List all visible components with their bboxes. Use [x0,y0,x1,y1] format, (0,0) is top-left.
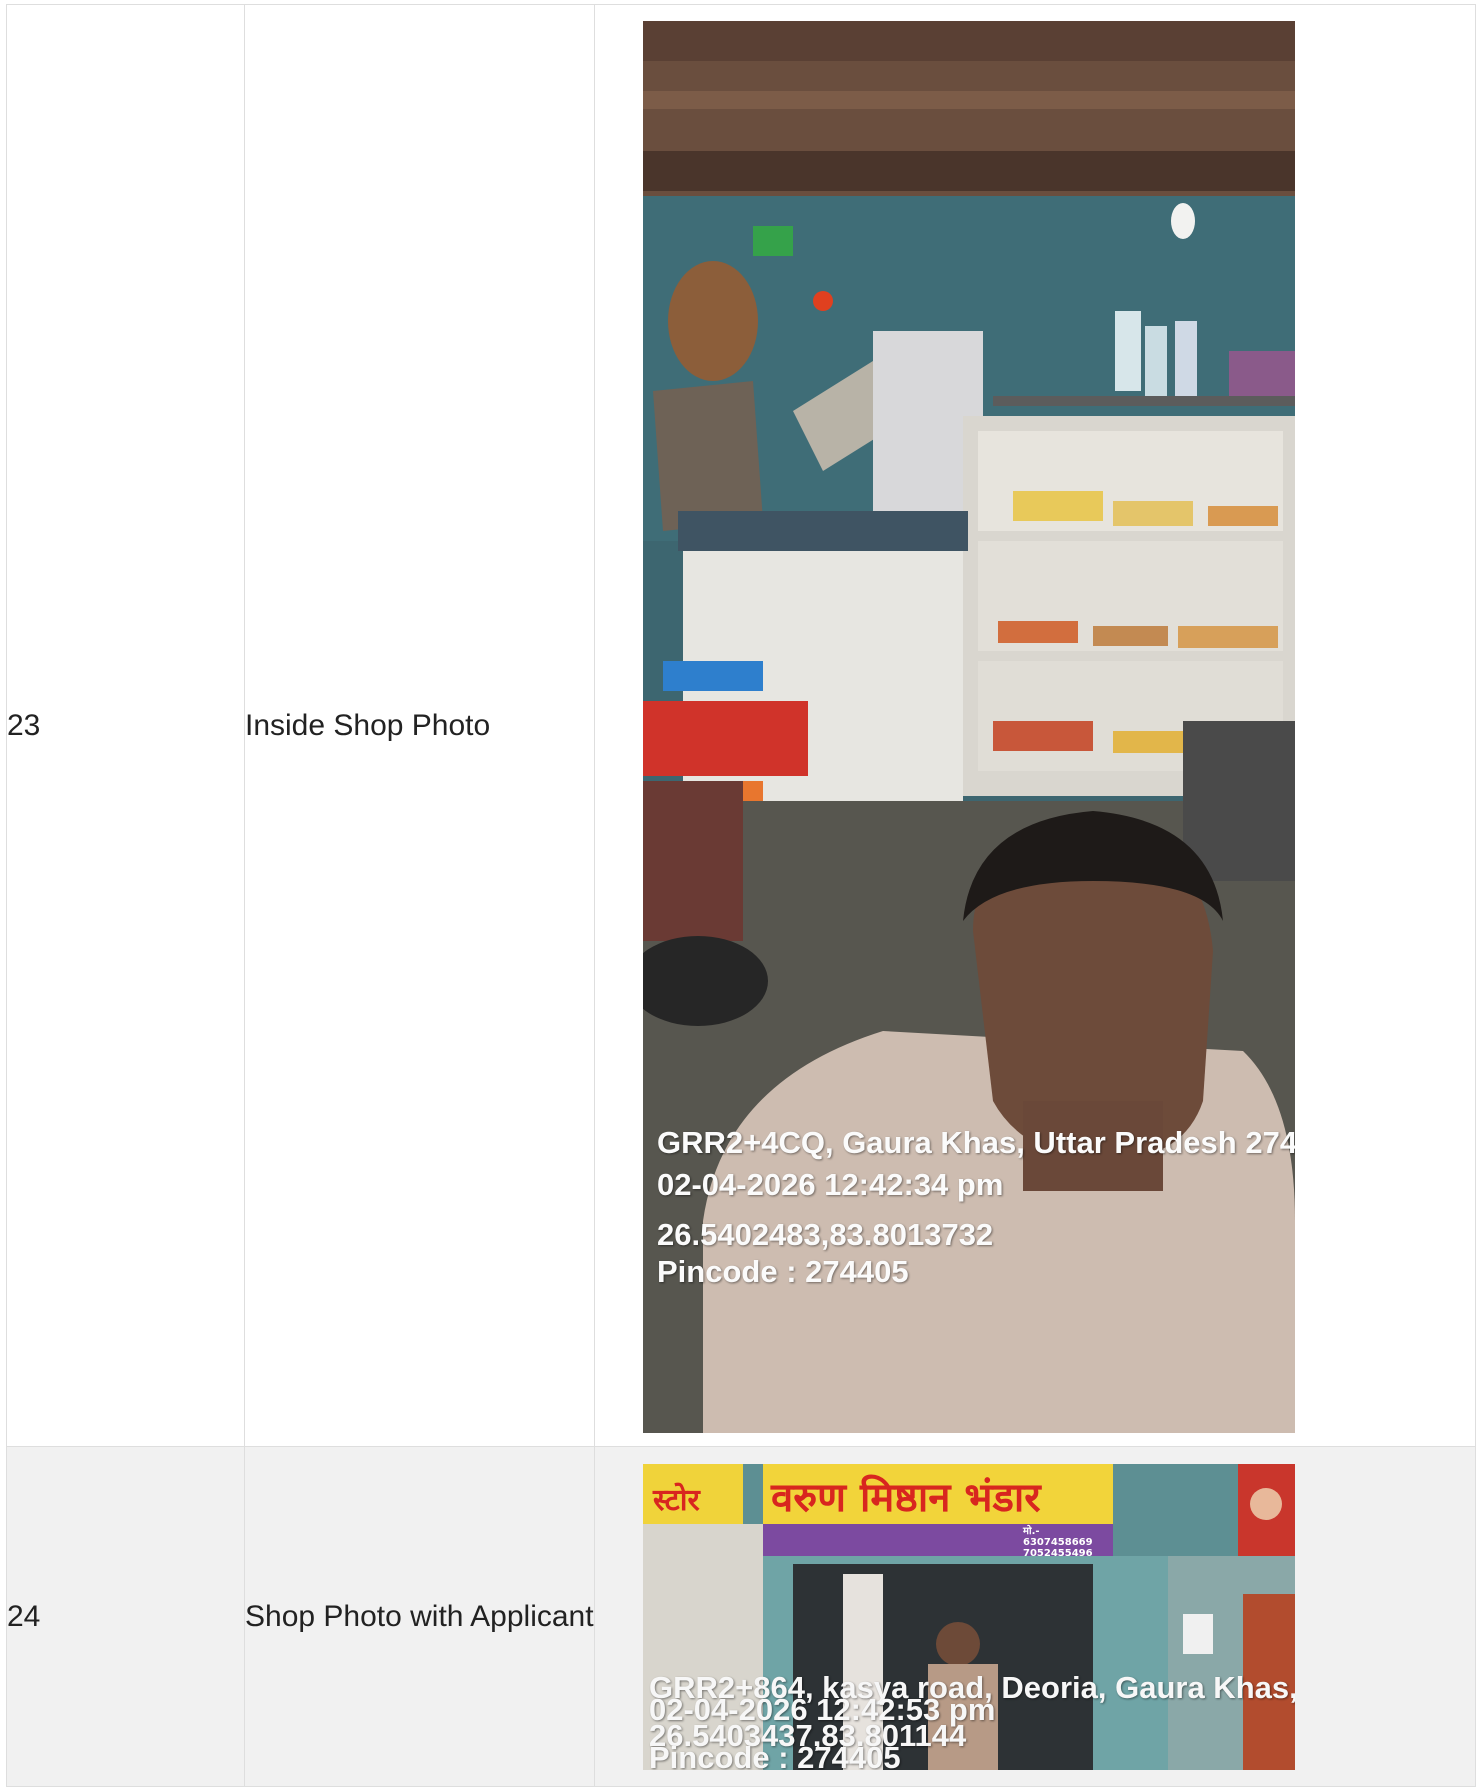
photo-cell: GRR2+4CQ, Gaura Khas, Uttar Pradesh 2744… [594,4,1476,1447]
left-sign-text: स्टोर [653,1483,700,1518]
photo-overlay-address: GRR2+4CQ, Gaura Khas, Uttar Pradesh 2744 [657,1125,1295,1160]
row-number: 24 [6,1446,245,1787]
table-row: 24 Shop Photo with Applicant वरुण मिष्ठा… [6,1446,1476,1787]
photo-overlay-pincode: Pincode : 274405 [649,1740,901,1770]
photo-overlay-pincode: Pincode : 274405 [657,1254,909,1289]
shopfront-photo: वरुण मिष्ठान भंडार स्टोर मो.- 6307458669… [643,1464,1295,1770]
shop-sign-title: वरुण मिष्ठान भंडार [771,1475,1041,1521]
inside-shop-photo: GRR2+4CQ, Gaura Khas, Uttar Pradesh 2744… [643,21,1295,1433]
row-label: Inside Shop Photo [244,4,595,1447]
row-number: 23 [6,4,245,1447]
photo-overlay-datetime: 02-04-2026 12:42:34 pm [657,1167,1004,1202]
row-label: Shop Photo with Applicant [244,1446,595,1787]
photo-cell: वरुण मिष्ठान भंडार स्टोर मो.- 6307458669… [594,1446,1476,1787]
photo-overlay-coordinates: 26.5402483,83.8013732 [657,1217,994,1252]
shop-sign-phone: मो.- 6307458669 7052455496 [1023,1526,1093,1559]
document-table: 23 Inside Shop Photo GRR2+4CQ, Gaura Kha… [6,4,1476,1787]
table-row: 23 Inside Shop Photo GRR2+4CQ, Gaura Kha… [6,4,1476,1447]
